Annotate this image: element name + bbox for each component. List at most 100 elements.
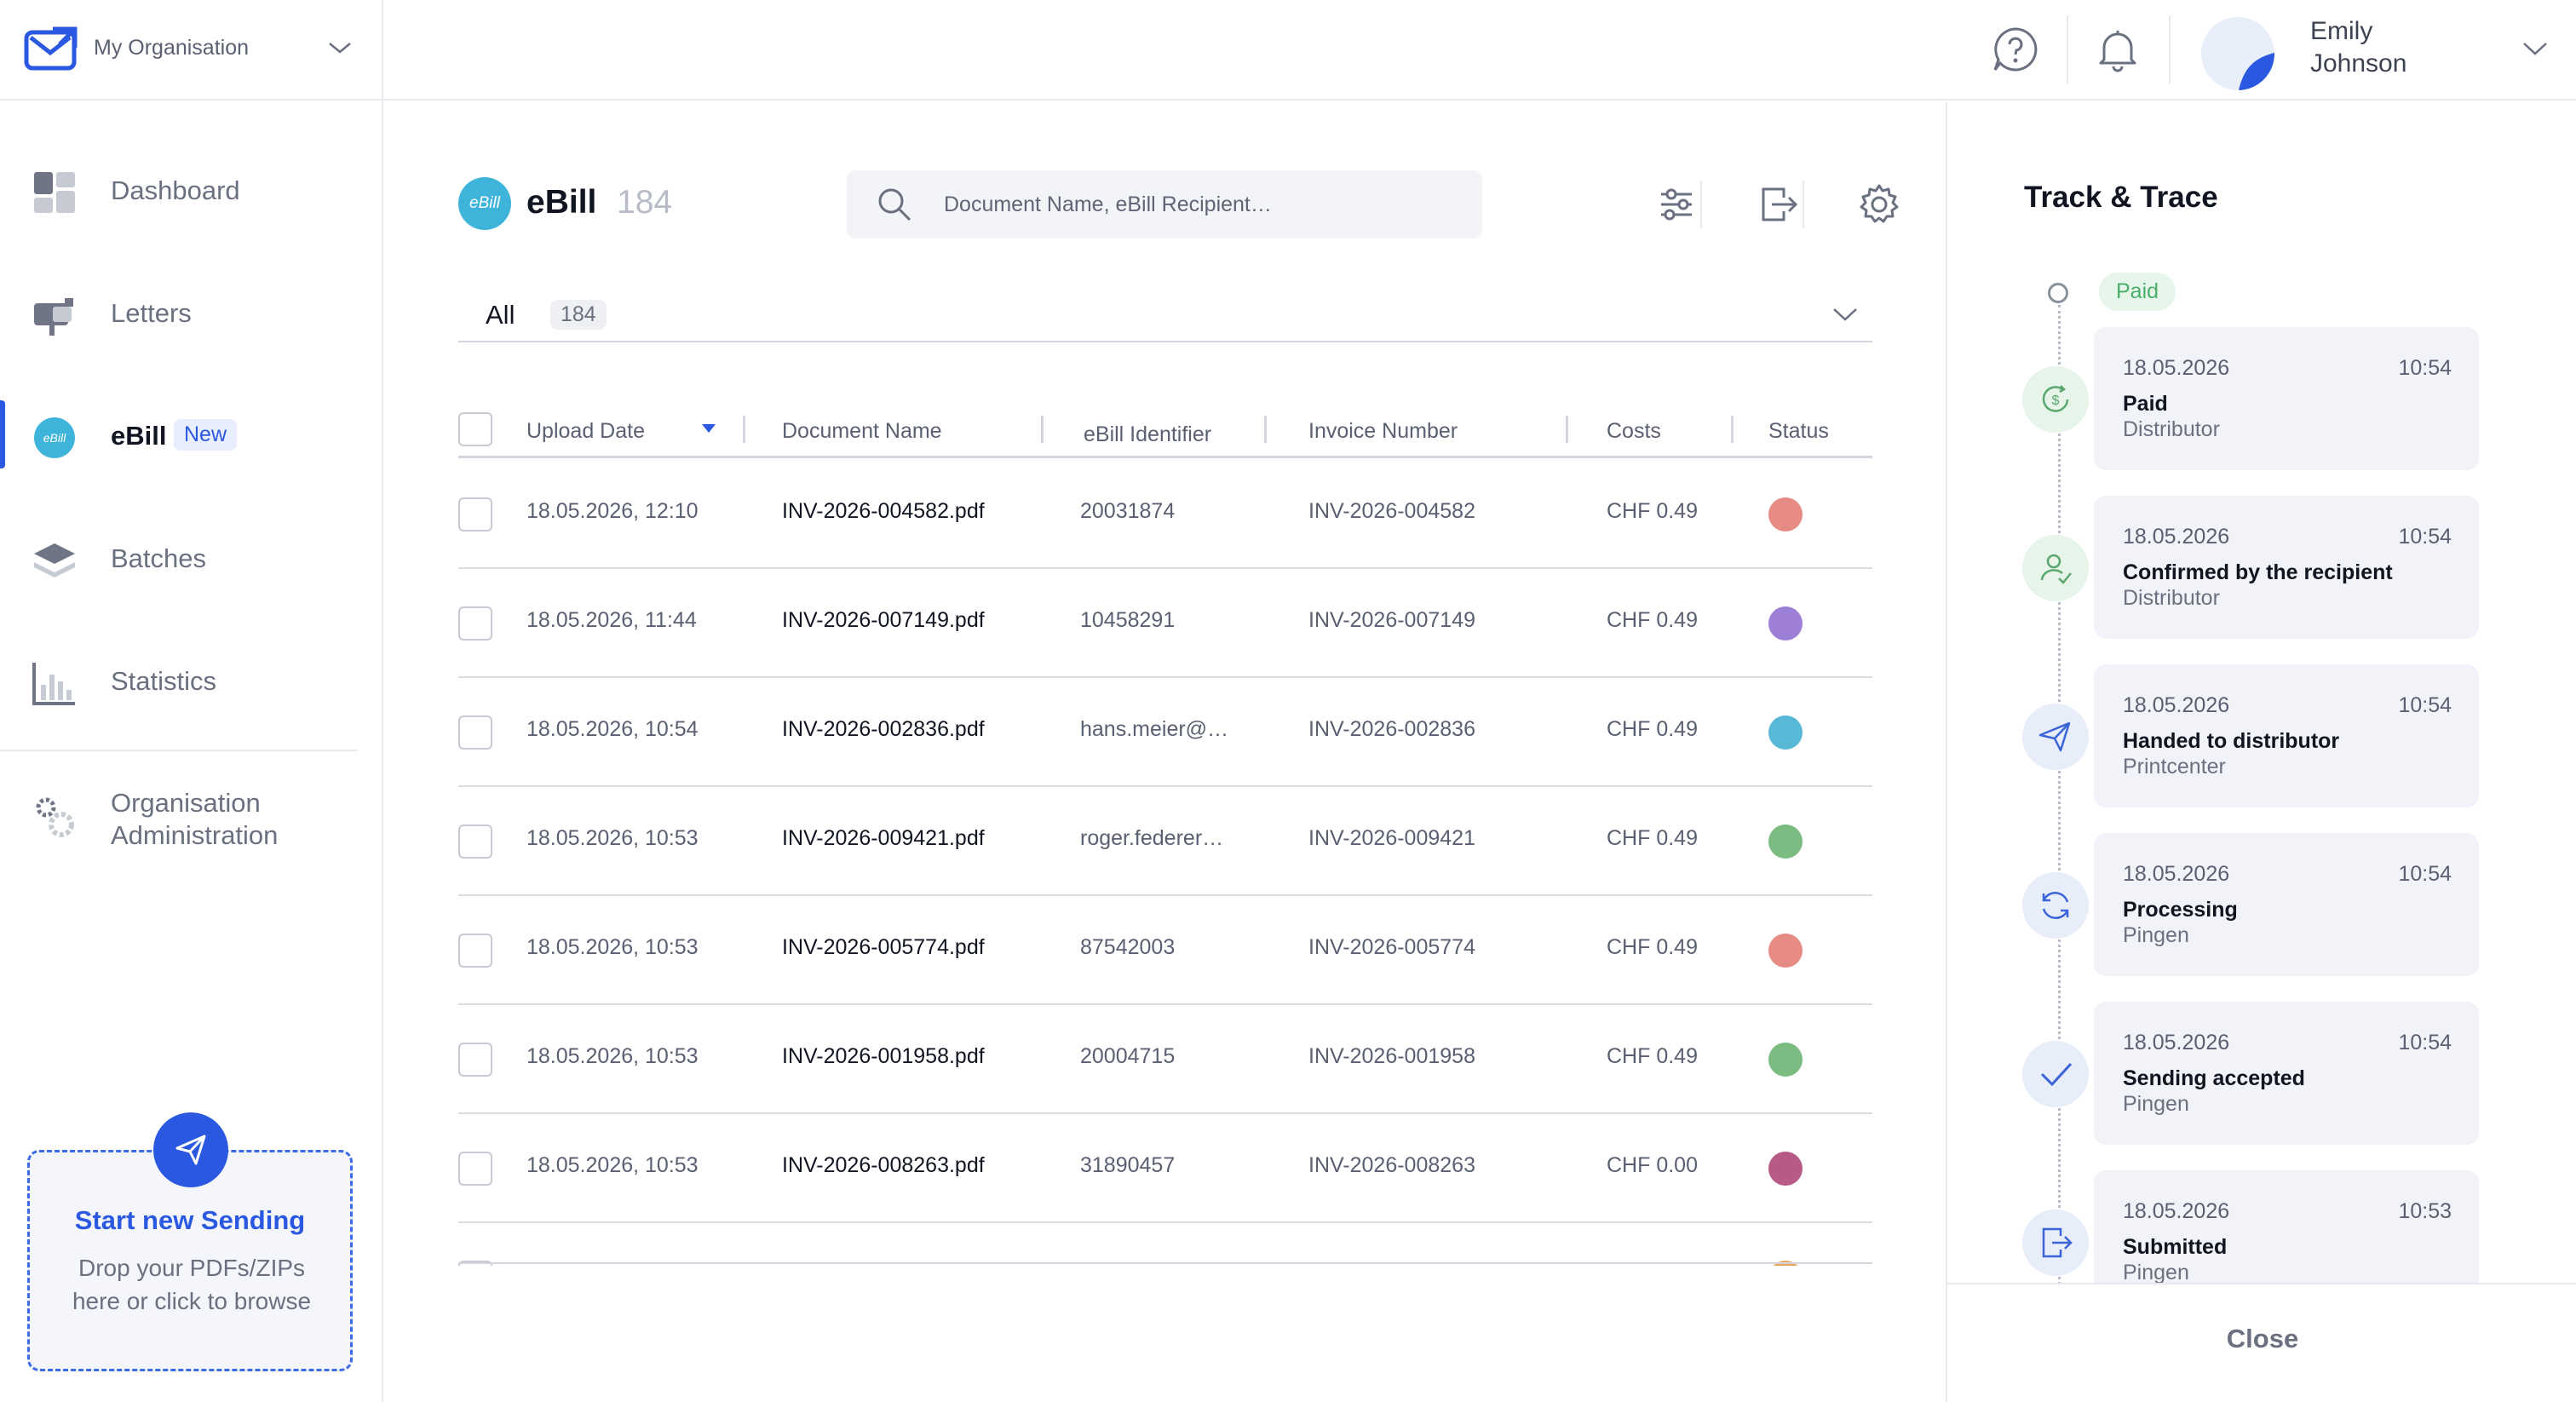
select-all-checkbox[interactable] (458, 412, 492, 446)
cell-ebill-identifier: 31890457 (1080, 1153, 1176, 1177)
row-checkbox[interactable] (458, 825, 492, 859)
cell-document-name[interactable]: INV-2026-001958.pdf (782, 1044, 985, 1069)
column-header-ebill-identifier[interactable]: eBill Identifier (1084, 422, 1211, 447)
sidebar-item-letters[interactable]: Letters (0, 271, 383, 353)
divider (0, 750, 358, 751)
table-row[interactable]: 18.05.2026, 10:54 INV-2026-002836.pdf ha… (458, 678, 1872, 787)
cell-upload-date: 18.05.2026, 10:53 (526, 826, 699, 850)
search-input[interactable] (944, 187, 1455, 221)
column-header-costs[interactable]: Costs (1607, 419, 1661, 444)
table-row[interactable]: 18.05.2026, 10:53 INV-2026-005774.pdf 87… (458, 896, 1872, 1005)
table-row[interactable] (458, 1223, 1872, 1266)
row-checkbox[interactable] (458, 497, 492, 531)
sidebar-item-label: Dashboard (111, 175, 240, 205)
event-time: 10:54 (2398, 356, 2452, 380)
cell-document-name[interactable]: INV-2026-007149.pdf (782, 608, 985, 633)
column-header-document-name[interactable]: Document Name (782, 419, 942, 444)
table-row[interactable]: 18.05.2026, 10:53 INV-2026-008263.pdf 31… (458, 1114, 1872, 1223)
event-title: Submitted (2123, 1235, 2228, 1259)
sidebar-item-statistics[interactable]: Statistics (0, 639, 383, 721)
avatar-leaf-icon (2239, 53, 2274, 90)
chevron-down-icon[interactable] (2521, 39, 2549, 58)
status-badge: Paid (2099, 273, 2176, 311)
column-header-upload-date[interactable]: Upload Date (526, 419, 645, 444)
help-icon[interactable] (1990, 24, 2041, 75)
table-row[interactable]: 18.05.2026, 11:44 INV-2026-007149.pdf 10… (458, 569, 1872, 678)
row-checkbox[interactable] (458, 1043, 492, 1077)
cell-costs: CHF 0.49 (1607, 1044, 1698, 1068)
event-actor: Printcenter (2123, 755, 2226, 779)
event-date: 18.05.2026 (2123, 1199, 2230, 1223)
search-box[interactable] (847, 170, 1482, 238)
avatar[interactable] (2201, 17, 2274, 90)
column-separator (1566, 416, 1568, 443)
cell-document-name[interactable]: INV-2026-009421.pdf (782, 826, 985, 851)
settings-icon[interactable] (1854, 179, 1905, 230)
event-time: 10:54 (2398, 1031, 2452, 1054)
timeline-event: 18.05.2026 10:54 Processing Pingen (2094, 833, 2479, 976)
documents-table: Upload Date Document Name eBill Identifi… (458, 400, 1872, 1266)
search-icon (878, 188, 911, 221)
cell-upload-date: 18.05.2026, 10:53 (526, 935, 699, 959)
timeline-badge (2022, 535, 2089, 601)
check-icon (2040, 1062, 2073, 1087)
cell-ebill-identifier: hans.meier@… (1080, 717, 1229, 741)
event-time: 10:54 (2398, 862, 2452, 886)
svg-text:$: $ (2052, 394, 2060, 408)
page-count: 184 (617, 184, 673, 221)
timeline-event: 18.05.2026 10:54 Paid Distributor (2094, 327, 2479, 470)
row-checkbox[interactable] (458, 1152, 492, 1186)
cell-costs: CHF 0.00 (1607, 1153, 1698, 1177)
organisation-switcher[interactable]: My Organisation (0, 0, 383, 101)
chevron-down-icon (329, 43, 351, 54)
panel-title: Track & Trace (2024, 181, 2218, 214)
cell-document-name[interactable]: INV-2026-005774.pdf (782, 935, 985, 960)
user-first-name: Emily (2310, 17, 2373, 45)
sidebar-item-batches[interactable]: Batches (0, 516, 383, 598)
bell-icon[interactable] (2092, 24, 2143, 75)
timeline-event: 18.05.2026 10:54 Confirmed by the recipi… (2094, 496, 2479, 639)
sidebar-item-label: eBill (111, 421, 167, 451)
sidebar: My Organisation Dashboard Letters eBill … (0, 0, 383, 1402)
status-dot (1768, 934, 1803, 968)
row-checkbox[interactable] (458, 934, 492, 968)
table-row[interactable]: 18.05.2026, 10:53 INV-2026-001958.pdf 20… (458, 1005, 1872, 1114)
export-icon[interactable] (1751, 179, 1803, 230)
cell-ebill-identifier: roger.federer… (1080, 826, 1224, 850)
timeline-start-dot (2048, 283, 2068, 303)
table-row[interactable]: 18.05.2026, 10:53 INV-2026-009421.pdf ro… (458, 787, 1872, 896)
row-checkbox[interactable] (458, 606, 492, 641)
row-checkbox[interactable] (458, 715, 492, 750)
cell-upload-date: 18.05.2026, 10:53 (526, 1044, 699, 1068)
column-header-invoice-number[interactable]: Invoice Number (1308, 419, 1458, 444)
filter-dropdown[interactable]: All 184 (458, 281, 1872, 342)
timeline-badge (2022, 872, 2089, 939)
cell-document-name[interactable]: INV-2026-008263.pdf (782, 1153, 985, 1178)
cell-invoice-number: INV-2026-008263 (1308, 1153, 1475, 1177)
cell-invoice-number: INV-2026-002836 (1308, 717, 1475, 741)
sidebar-item-dashboard[interactable]: Dashboard (0, 148, 383, 230)
table-row[interactable]: 18.05.2026, 12:10 INV-2026-004582.pdf 20… (458, 460, 1872, 569)
timeline-event: 18.05.2026 10:54 Handed to distributor P… (2094, 664, 2479, 807)
sort-down-icon[interactable] (702, 424, 716, 433)
cell-document-name[interactable]: INV-2026-002836.pdf (782, 717, 985, 742)
filter-label: All (486, 300, 515, 330)
sidebar-item-ebill[interactable]: eBill eBill New (0, 394, 383, 475)
cell-invoice-number: INV-2026-005774 (1308, 935, 1475, 959)
close-button[interactable]: Close (1947, 1324, 2576, 1354)
cell-document-name[interactable]: INV-2026-004582.pdf (782, 499, 985, 524)
start-sending-button[interactable] (153, 1112, 228, 1187)
document-export-icon (2042, 1227, 2073, 1258)
page-title: eBill (526, 184, 597, 221)
cell-costs: CHF 0.49 (1607, 935, 1698, 959)
column-header-status[interactable]: Status (1768, 419, 1829, 444)
event-title: Handed to distributor (2123, 729, 2340, 753)
sidebar-item-organisation-administration[interactable]: Organisation Administration (0, 782, 383, 867)
user-name[interactable]: Emily Johnson (2310, 15, 2481, 80)
event-time: 10:54 (2398, 525, 2452, 549)
event-actor: Pingen (2123, 923, 2189, 947)
gears-icon (36, 797, 74, 837)
status-dot (1768, 497, 1803, 531)
filter-count-badge: 184 (550, 300, 607, 330)
filter-sliders-icon[interactable] (1651, 179, 1702, 230)
